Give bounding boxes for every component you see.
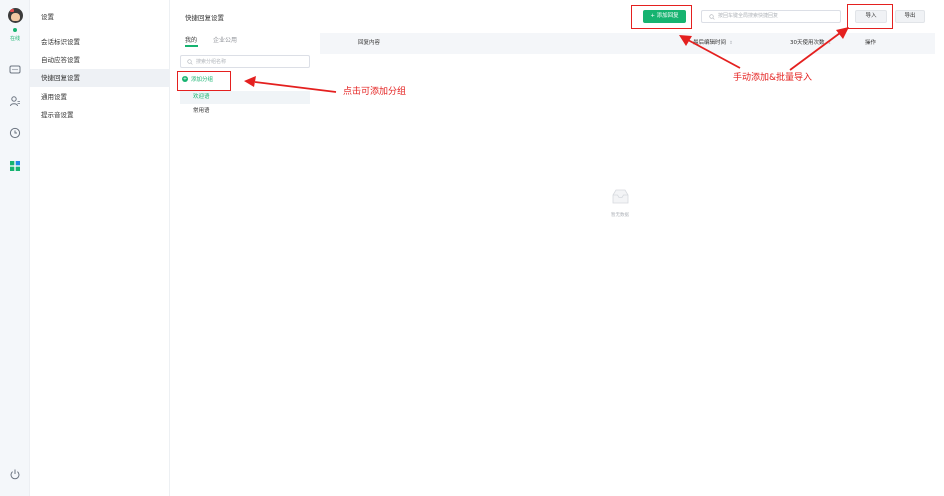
left-rail: 在线 xyxy=(0,0,30,496)
menu-item-general[interactable]: 通用设置 xyxy=(30,88,170,106)
search-icon xyxy=(709,13,715,20)
column-header-last-edited[interactable]: 最后编辑时间 ⇕ xyxy=(693,33,733,54)
column-header-usage-30d[interactable]: 30天使用次数 ⇕ xyxy=(790,33,831,54)
export-button[interactable]: 导出 xyxy=(895,10,925,23)
group-item-welcome[interactable]: 欢迎语 xyxy=(180,91,310,104)
menu-item-sound[interactable]: 提示音设置 xyxy=(30,106,170,124)
power-icon[interactable] xyxy=(9,468,21,480)
annotation-text-add-import: 手动添加&批量导入 xyxy=(733,73,813,83)
online-status-label: 在线 xyxy=(9,36,20,42)
menu-item-session-tag[interactable]: 会话标识设置 xyxy=(30,33,170,51)
empty-inbox-icon xyxy=(612,189,629,204)
sort-icon: ⇕ xyxy=(729,41,733,46)
menu-item-quick-reply[interactable]: 快捷回复设置 xyxy=(30,69,170,87)
chat-icon[interactable] xyxy=(9,64,21,76)
avatar[interactable] xyxy=(8,8,23,23)
tab-enterprise-shared[interactable]: 企业公用 xyxy=(213,35,237,44)
empty-state-text: 暂无数据 xyxy=(611,213,629,218)
reply-search-placeholder: 按回车键全局搜索快捷回复 xyxy=(718,13,779,19)
annotation-box-add-group xyxy=(177,71,231,91)
table-header: 回复内容 最后编辑时间 ⇕ 30天使用次数 ⇕ 操作 xyxy=(320,33,935,54)
column-header-actions: 操作 xyxy=(865,40,877,46)
active-tab-indicator xyxy=(185,45,198,47)
annotation-text-add-group: 点击可添加分组 xyxy=(343,87,407,97)
tab-mine[interactable]: 我的 xyxy=(185,35,197,44)
settings-menu-title: 设置 xyxy=(41,13,54,21)
settings-menu: 设置 会话标识设置 自动应答设置 快捷回复设置 通用设置 提示音设置 xyxy=(30,0,170,496)
app-window: 在线 设置 会话标识设置 自动应答设置 快捷回复设置 通用设置 提示音设置 快捷… xyxy=(0,0,944,496)
group-item-common[interactable]: 常用语 xyxy=(180,105,310,118)
history-clock-icon[interactable] xyxy=(9,127,21,139)
contacts-icon[interactable] xyxy=(9,95,21,107)
search-icon xyxy=(187,58,193,65)
sort-icon: ⇕ xyxy=(827,41,832,46)
page-title: 快捷回复设置 xyxy=(185,14,224,22)
group-search-input[interactable]: 搜索分组名称 xyxy=(180,55,310,68)
apps-grid-icon[interactable] xyxy=(9,160,21,172)
menu-item-auto-reply[interactable]: 自动应答设置 xyxy=(30,51,170,69)
annotation-box-add-reply xyxy=(631,5,692,29)
annotation-box-import xyxy=(847,4,893,29)
group-search-placeholder: 搜索分组名称 xyxy=(196,59,227,65)
arrow-to-add-group xyxy=(244,76,337,93)
reply-search-input[interactable]: 按回车键全局搜索快捷回复 xyxy=(701,10,841,23)
online-status-dot xyxy=(13,28,17,32)
column-header-content: 回复内容 xyxy=(358,40,381,46)
